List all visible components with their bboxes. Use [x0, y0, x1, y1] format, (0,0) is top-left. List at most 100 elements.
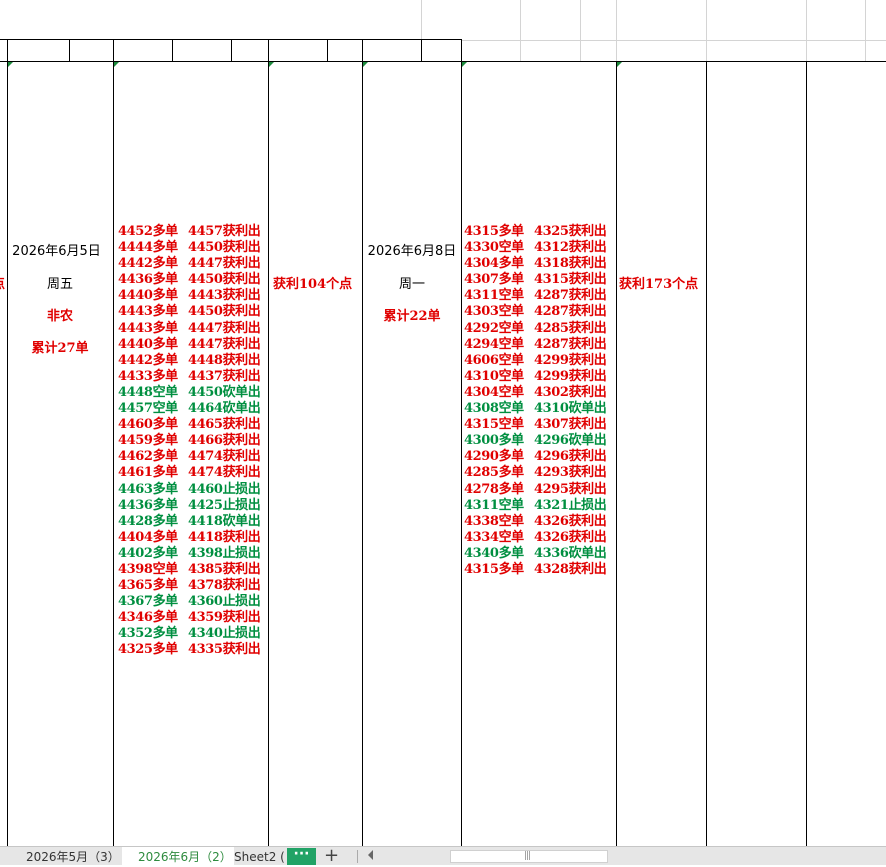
- day2-trade-row: 4340多单 4336砍单出: [464, 546, 607, 562]
- day1-note: 非农: [46, 309, 73, 324]
- trade-open: 4311空单: [464, 497, 524, 513]
- trade-open: 4606空单: [464, 352, 524, 368]
- trade-close: 4302获利出: [534, 384, 607, 400]
- day2-trade-row: 4308空单 4310砍单出: [464, 401, 607, 417]
- day1-trade-row: 4365多单 4378获利出: [118, 578, 261, 594]
- day2-trade-row: 4300多单 4296砍单出: [464, 433, 607, 449]
- day2-trade-row: 4304空单 4302获利出: [464, 384, 607, 401]
- trade-close: 4448获利出: [188, 352, 261, 368]
- trade-close: 4450获利出: [188, 304, 261, 320]
- cell-comment-indicator: [269, 62, 274, 67]
- trade-open: 4463多单: [118, 481, 178, 497]
- trade-close: 4325获利出: [534, 224, 607, 239]
- day2-summary: 获利173个点: [619, 277, 699, 292]
- trade-close: 4465获利出: [188, 417, 261, 433]
- trade-close: 4474获利出: [188, 465, 261, 481]
- trade-close: 4360止损出: [188, 594, 261, 610]
- trade-close: 4287获利出: [534, 336, 607, 352]
- sheet-tab-may[interactable]: 2026年5月（3）: [26, 847, 120, 865]
- column-border: [268, 39, 269, 846]
- spreadsheet-grid[interactable]: 点 2026年6月5日 周五 非农 累计27单 4452多单4457获利出444…: [0, 0, 886, 846]
- day1-trade-row: 4461多单 4474获利出: [118, 465, 261, 481]
- trade-close: 4335获利出: [188, 642, 261, 658]
- trade-open: 4404多单: [118, 529, 178, 545]
- column-border: [461, 39, 462, 846]
- day1-weekday: 周五: [46, 277, 73, 292]
- day2-trade-row: 4310空单 4299获利出: [464, 369, 607, 385]
- trade-close: 4474获利出: [188, 449, 261, 465]
- trade-open: 4440多单: [118, 288, 178, 304]
- trade-close: 4296获利出: [534, 449, 607, 465]
- trade-open: 4346多单: [118, 610, 178, 626]
- row-border: [0, 61, 886, 62]
- trade-open: 4367多单: [118, 594, 178, 610]
- trade-close: 4378获利出: [188, 578, 261, 594]
- day1-trade-row: 4436多单 4450获利出: [118, 272, 261, 288]
- day1-trade-row: 4460多单 4465获利出: [118, 417, 261, 433]
- trade-close: 4418砍单出: [188, 513, 261, 529]
- sheet-tab-bar: 2026年5月（3） 2026年6月（2） Sheet2 ( ··· + |||: [0, 845, 886, 866]
- trade-open: 4433多单: [118, 368, 178, 384]
- trade-close: 4315获利出: [534, 272, 607, 288]
- gridline: [580, 0, 581, 62]
- gridline: [461, 40, 886, 41]
- day2-trade-row: 4315空单 4307获利出: [464, 417, 607, 433]
- gridline: [616, 0, 617, 62]
- trade-open: 4307多单: [464, 272, 524, 288]
- trade-open: 4452多单: [118, 224, 178, 239]
- add-sheet-button[interactable]: +: [324, 845, 339, 866]
- trade-close: 4398止损出: [188, 545, 261, 561]
- day1-trade-row: 4459多单 4466获利出: [118, 433, 261, 449]
- sheet-tab-june[interactable]: 2026年6月（2）: [122, 847, 234, 865]
- trade-close: 4466获利出: [188, 433, 261, 449]
- trade-open: 4461多单: [118, 465, 178, 481]
- trade-close: 4287获利出: [534, 304, 607, 320]
- trade-open: 4278多单: [464, 481, 524, 497]
- trade-close: 4447获利出: [188, 320, 261, 336]
- trade-close: 4307获利出: [534, 417, 607, 433]
- trade-close: 4328获利出: [534, 561, 607, 577]
- trade-open: 4290多单: [464, 449, 524, 465]
- scroll-left-arrow-icon[interactable]: [368, 850, 373, 860]
- gridline: [520, 0, 521, 62]
- cell-border: [231, 39, 232, 61]
- trade-open: 4292空单: [464, 320, 524, 336]
- trade-open: 4398空单: [118, 561, 178, 577]
- trade-open: 4442多单: [118, 352, 178, 368]
- horizontal-scrollbar[interactable]: |||: [450, 850, 608, 863]
- trade-open: 4459多单: [118, 433, 178, 449]
- day1-trade-row: 4442多单 4448获利出: [118, 352, 261, 369]
- trade-close: 4321止损出: [534, 497, 607, 513]
- trade-close: 4460止损出: [188, 481, 261, 497]
- trade-close: 4447获利出: [188, 256, 261, 272]
- day1-trade-row: 4440多单 4447获利出: [118, 337, 261, 353]
- day2-trade-row: 4285多单 4293获利出: [464, 465, 607, 481]
- day1-trade-row: 4440多单 4443获利出: [118, 288, 261, 304]
- day1-trade-row: 4448空单 4450砍单出: [118, 384, 261, 401]
- day1-trade-row: 4404多单 4418获利出: [118, 529, 261, 546]
- sheet-tab-sheet2[interactable]: Sheet2 (: [234, 847, 285, 865]
- trade-open: 4436多单: [118, 497, 178, 513]
- trade-close: 4450获利出: [188, 272, 261, 288]
- trade-open: 4448空单: [118, 384, 178, 400]
- day1-cumulative: 累计27单: [31, 341, 89, 356]
- trade-open: 4352多单: [118, 626, 178, 642]
- gridline: [706, 0, 707, 62]
- trade-open: 4428多单: [118, 513, 178, 529]
- trade-close: 4310砍单出: [534, 401, 607, 417]
- day2-cumulative: 累计22单: [383, 309, 441, 324]
- day1-summary: 获利104个点: [273, 277, 353, 292]
- trade-close: 4385获利出: [188, 561, 261, 577]
- day2-trade-row: 4311空单 4321止损出: [464, 497, 607, 514]
- trade-close: 4326获利出: [534, 529, 607, 545]
- trade-close: 4299获利出: [534, 352, 607, 368]
- trade-open: 4365多单: [118, 578, 178, 594]
- day2-trade-row: 4307多单 4315获利出: [464, 272, 607, 288]
- trade-open: 4304空单: [464, 384, 524, 400]
- day2-date: 2026年6月8日: [367, 244, 457, 259]
- trade-close: 4464砍单出: [188, 401, 261, 417]
- cell-comment-indicator: [462, 62, 467, 67]
- trade-open: 4315多单: [464, 561, 524, 577]
- more-sheets-button[interactable]: ···: [287, 847, 316, 865]
- day1-trade-list: 4452多单 4457获利出 4444多单 4450获利出 4442多单 4447获利出 4…: [118, 224, 261, 659]
